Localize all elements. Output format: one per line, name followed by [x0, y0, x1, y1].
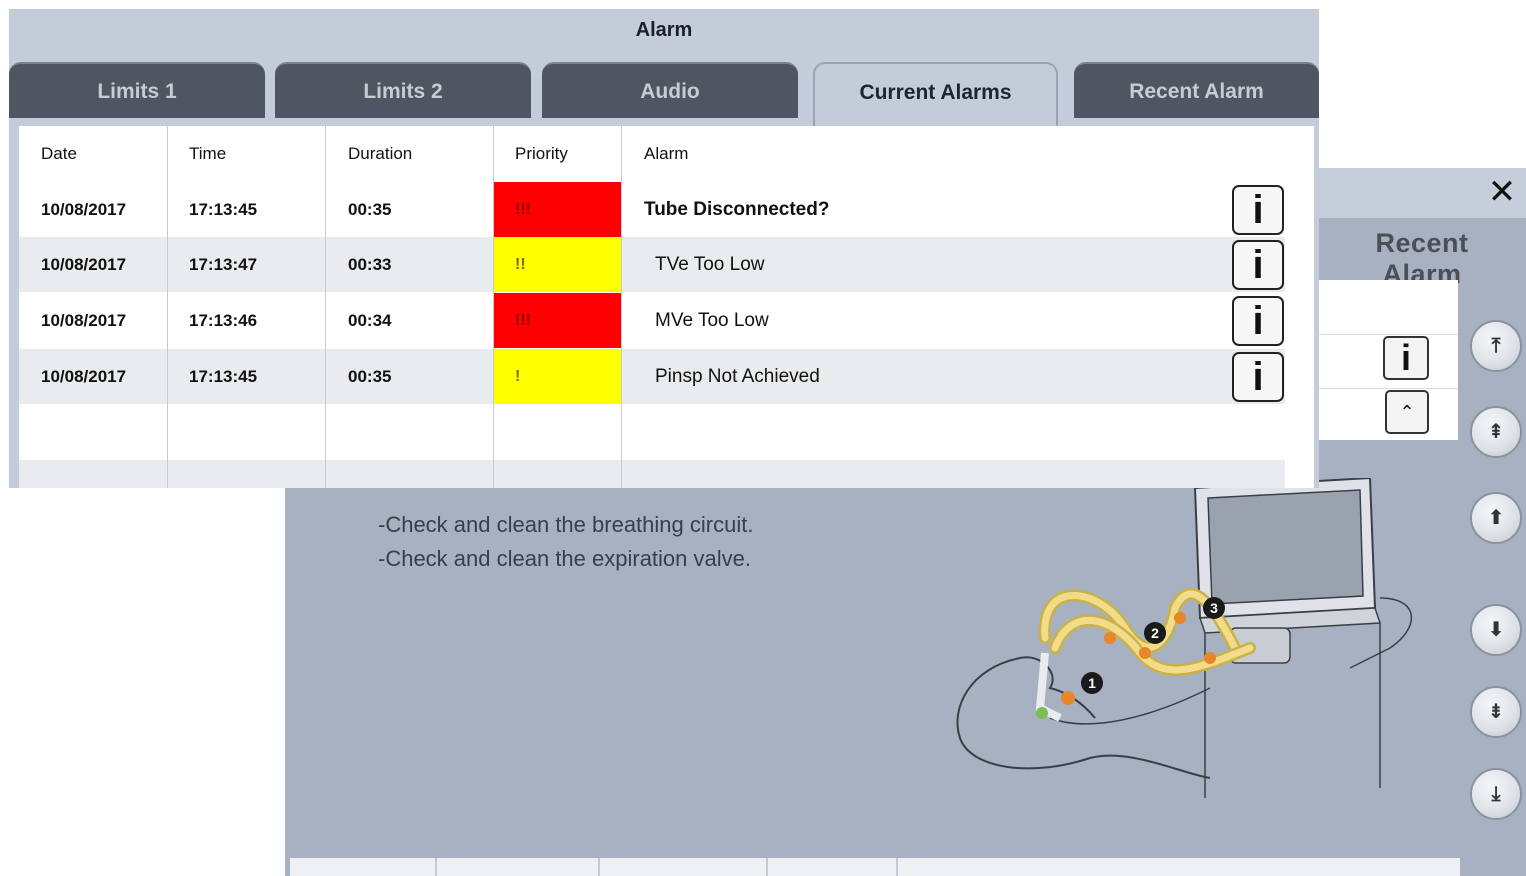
scroll-bottom-icon[interactable]: ⤓ [1470, 768, 1522, 820]
alarm-message: MVe Too Low [655, 310, 769, 331]
current-alarms-table: Date Time Duration Priority Alarm 10/08/… [19, 126, 1314, 488]
alarm-message: Pinsp Not Achieved [655, 366, 820, 387]
priority-marker: ! [515, 368, 521, 385]
time-cell: 17:13:45 [189, 200, 258, 219]
line-down-icon[interactable]: ⬇ [1470, 604, 1522, 656]
tab-audio[interactable]: Audio [542, 62, 798, 118]
priority-medium-cell: !! [493, 237, 621, 292]
column-header-duration: Duration [348, 144, 413, 163]
callout-number: 3 [1210, 600, 1218, 616]
date-cell: 10/08/2017 [41, 367, 127, 386]
duration-cell: 00:33 [348, 255, 392, 274]
callout-number: 1 [1088, 675, 1096, 691]
priority-low-cell: ! [493, 349, 621, 404]
tab-limits-1[interactable]: Limits 1 [9, 62, 265, 118]
patient-ventilator-illustration: 1 2 3 [956, 478, 1413, 798]
table-row[interactable]: 10/08/2017 17:13:45 00:35 !!! Tube Disco… [19, 182, 1285, 237]
page-down-icon[interactable]: ⇟ [1470, 686, 1522, 738]
help-bottom-bar [290, 858, 1460, 876]
column-divider [325, 126, 326, 488]
table-row[interactable]: 10/08/2017 17:13:47 00:33 !! TVe Too Low… [19, 237, 1285, 292]
empty-table-row [19, 460, 1285, 488]
info-button[interactable]: i [1232, 296, 1284, 346]
info-button[interactable]: i [1232, 352, 1284, 402]
scroll-top-icon[interactable]: ⤒ [1470, 320, 1522, 372]
help-instructions: -Check and clean the breathing circuit. … [378, 508, 753, 576]
window-title: Alarm [635, 19, 693, 41]
close-icon[interactable]: ✕ [1484, 174, 1520, 210]
info-button[interactable]: i [1232, 240, 1284, 290]
alarm-message: Tube Disconnected? [644, 199, 830, 220]
empty-table-row [19, 404, 1285, 459]
column-divider [621, 126, 622, 488]
instruction-line: -Check and clean the expiration valve. [378, 546, 751, 571]
column-header-alarm: Alarm [644, 144, 689, 163]
collapse-button[interactable]: ⌃ [1385, 390, 1429, 434]
callout-number: 2 [1151, 625, 1159, 641]
divider [435, 858, 437, 876]
priority-high-cell: !!! [493, 293, 621, 348]
tab-limits-2[interactable]: Limits 2 [275, 62, 531, 118]
divider [598, 858, 600, 876]
duration-cell: 00:35 [348, 367, 392, 386]
callout-2-icon: 2 [1144, 622, 1166, 644]
duration-cell: 00:34 [348, 311, 392, 330]
column-divider [167, 126, 168, 488]
list-divider [1318, 388, 1458, 389]
priority-high-cell: !!! [493, 182, 621, 237]
divider [766, 858, 768, 876]
column-divider [493, 126, 494, 488]
divider [896, 858, 898, 876]
priority-marker: !!! [515, 312, 531, 329]
time-cell: 17:13:45 [189, 367, 258, 386]
page-up-icon[interactable]: ⇞ [1470, 406, 1522, 458]
duration-cell: 00:35 [348, 200, 392, 219]
time-cell: 17:13:47 [189, 255, 258, 274]
line-up-icon[interactable]: ⬆ [1470, 492, 1522, 544]
info-button[interactable]: i [1232, 185, 1284, 235]
column-header-time: Time [189, 144, 227, 163]
time-cell: 17:13:46 [189, 311, 258, 330]
callout-1-icon: 1 [1081, 672, 1103, 694]
list-divider [1318, 334, 1458, 335]
date-cell: 10/08/2017 [41, 311, 127, 330]
priority-marker: !!! [515, 201, 531, 218]
column-header-date: Date [41, 144, 77, 163]
info-button[interactable]: i [1383, 336, 1429, 380]
instruction-line: -Check and clean the breathing circuit. [378, 512, 754, 537]
table-row[interactable]: 10/08/2017 17:13:45 00:35 ! Pinsp Not Ac… [19, 349, 1285, 404]
tab-current-alarms[interactable]: Current Alarms [813, 62, 1058, 132]
alarm-window: Alarm Limits 1 Limits 2 Audio Current Al… [9, 9, 1319, 488]
priority-marker: !! [515, 256, 526, 273]
callout-3-icon: 3 [1203, 597, 1225, 619]
date-cell: 10/08/2017 [41, 200, 127, 219]
column-header-priority: Priority [515, 144, 568, 163]
date-cell: 10/08/2017 [41, 255, 127, 274]
table-header-row: Date Time Duration Priority Alarm [19, 126, 1285, 181]
alarm-message: TVe Too Low [655, 254, 765, 275]
tab-recent-alarm[interactable]: Recent Alarm [1074, 62, 1319, 118]
table-row[interactable]: 10/08/2017 17:13:46 00:34 !!! MVe Too Lo… [19, 293, 1285, 348]
